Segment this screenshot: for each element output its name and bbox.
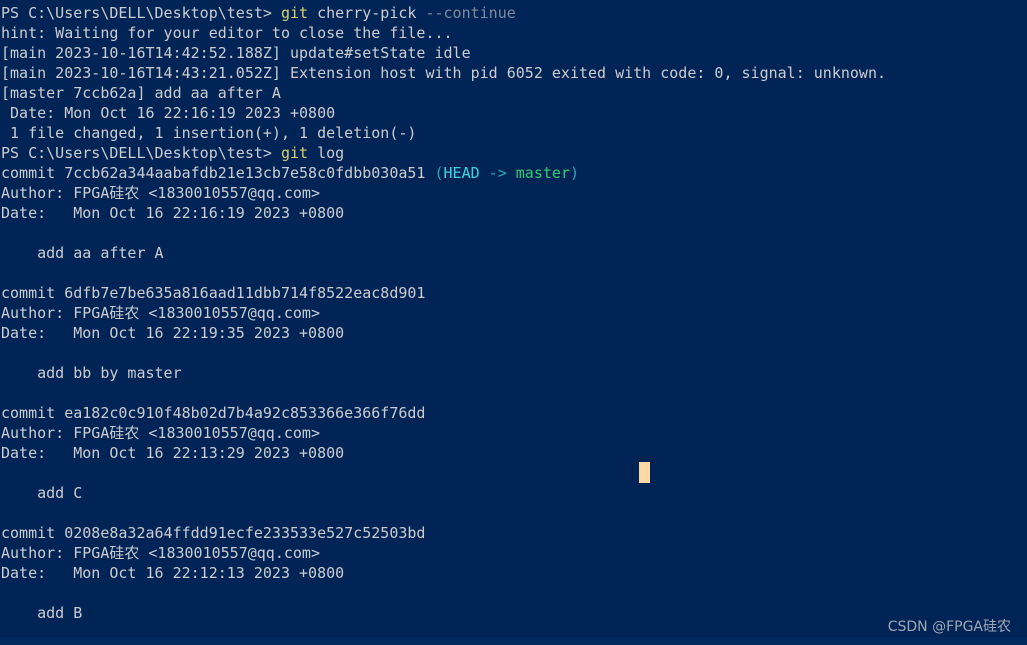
segment-plain: Date: Mon Oct 16 22:13:29 2023 +0800	[1, 444, 345, 462]
segment-yellow: git	[280, 4, 309, 22]
terminal-line-prompt-git-log: PS C:\Users\DELL\Desktop\test> git log	[0, 143, 1027, 163]
segment-plain: Author: FPGA硅农 <1830010557@qq.com>	[1, 544, 320, 562]
segment-plain: commit 6dfb7e7be635a816aad11dbb714f8522e…	[1, 284, 426, 302]
segment-yellow: git	[280, 144, 309, 162]
segment-plain: add aa after A	[1, 244, 164, 262]
segment-plain: Author: FPGA硅农 <1830010557@qq.com>	[1, 304, 320, 322]
segment-teal: (	[434, 164, 444, 182]
segment-plain: [master 7ccb62a] add aa after A	[1, 84, 281, 102]
terminal-line-commit-1-hash: commit 7ccb62a344aabafdb21e13cb7e58c0fdb…	[0, 163, 1027, 183]
terminal-line-commit-4-message: add B	[0, 603, 1027, 623]
terminal-line-commit-1-message: add aa after A	[0, 243, 1027, 263]
segment-cyan: HEAD	[443, 164, 480, 182]
terminal-line-commit-2-author: Author: FPGA硅农 <1830010557@qq.com>	[0, 303, 1027, 323]
segment-teal: ->	[479, 164, 516, 182]
terminal-line-spacer-7	[0, 583, 1027, 603]
terminal-window[interactable]: PS C:\Users\DELL\Desktop\test> git cherr…	[0, 0, 1027, 645]
terminal-line-spacer-2	[0, 263, 1027, 283]
terminal-line-spacer-4	[0, 383, 1027, 403]
segment-plain: commit 7ccb62a344aabafdb21e13cb7e58c0fdb…	[1, 164, 435, 182]
terminal-line-log-update-setstate: [main 2023-10-16T14:42:52.188Z] update#s…	[0, 43, 1027, 63]
terminal-line-commit-3-author: Author: FPGA硅农 <1830010557@qq.com>	[0, 423, 1027, 443]
terminal-line-commit-3-message: add C	[0, 483, 1027, 503]
terminal-line-commit-3-date: Date: Mon Oct 16 22:13:29 2023 +0800	[0, 443, 1027, 463]
terminal-line-commit-4-hash: commit 0208e8a32a64ffdd91ecfe233533e527c…	[0, 523, 1027, 543]
segment-plain: Date: Mon Oct 16 22:16:19 2023 +0800	[1, 204, 345, 222]
terminal-line-commit-result-header: [master 7ccb62a] add aa after A	[0, 83, 1027, 103]
segment-plain: log	[308, 144, 345, 162]
segment-plain: Author: FPGA硅农 <1830010557@qq.com>	[1, 184, 320, 202]
segment-plain: Date: Mon Oct 16 22:16:19 2023 +0800	[1, 104, 336, 122]
segment-dim: --continue	[425, 4, 516, 22]
segment-plain: [main 2023-10-16T14:42:52.188Z] update#s…	[1, 44, 471, 62]
terminal-line-spacer-5	[0, 463, 1027, 483]
terminal-line-hint-waiting-editor: hint: Waiting for your editor to close t…	[0, 23, 1027, 43]
segment-plain: commit ea182c0c910f48b02d7b4a92c853366e3…	[1, 404, 426, 422]
text-cursor	[639, 462, 650, 483]
segment-plain: Author: FPGA硅农 <1830010557@qq.com>	[1, 424, 320, 442]
segment-plain: PS C:\Users\DELL\Desktop\test>	[1, 4, 281, 22]
terminal-line-commit-4-author: Author: FPGA硅农 <1830010557@qq.com>	[0, 543, 1027, 563]
terminal-bottom-band	[0, 637, 1027, 645]
terminal-line-commit-2-date: Date: Mon Oct 16 22:19:35 2023 +0800	[0, 323, 1027, 343]
terminal-line-commit-1-date: Date: Mon Oct 16 22:16:19 2023 +0800	[0, 203, 1027, 223]
segment-plain: cherry-pick	[308, 4, 426, 22]
segment-plain: hint: Waiting for your editor to close t…	[1, 24, 453, 42]
terminal-line-commit-result-date: Date: Mon Oct 16 22:16:19 2023 +0800	[0, 103, 1027, 123]
terminal-line-commit-2-message: add bb by master	[0, 363, 1027, 383]
segment-plain: 1 file changed, 1 insertion(+), 1 deleti…	[1, 124, 417, 142]
terminal-line-spacer-6	[0, 503, 1027, 523]
segment-teal: )	[569, 164, 579, 182]
terminal-line-commit-3-hash: commit ea182c0c910f48b02d7b4a92c853366e3…	[0, 403, 1027, 423]
segment-green: master	[515, 164, 570, 182]
terminal-output: PS C:\Users\DELL\Desktop\test> git cherr…	[0, 3, 1027, 623]
segment-plain: add B	[1, 604, 83, 622]
segment-plain: [main 2023-10-16T14:43:21.052Z] Extensio…	[1, 64, 887, 82]
segment-plain: Date: Mon Oct 16 22:12:13 2023 +0800	[1, 564, 345, 582]
terminal-line-log-extension-host-exit: [main 2023-10-16T14:43:21.052Z] Extensio…	[0, 63, 1027, 83]
terminal-line-prompt-cherry-pick: PS C:\Users\DELL\Desktop\test> git cherr…	[0, 3, 1027, 23]
terminal-line-commit-2-hash: commit 6dfb7e7be635a816aad11dbb714f8522e…	[0, 283, 1027, 303]
segment-plain: PS C:\Users\DELL\Desktop\test>	[1, 144, 281, 162]
terminal-line-spacer-1	[0, 223, 1027, 243]
csdn-watermark: CSDN @FPGA硅农	[887, 619, 1011, 635]
terminal-line-commit-4-date: Date: Mon Oct 16 22:12:13 2023 +0800	[0, 563, 1027, 583]
segment-plain: Date: Mon Oct 16 22:19:35 2023 +0800	[1, 324, 345, 342]
segment-plain: commit 0208e8a32a64ffdd91ecfe233533e527c…	[1, 524, 426, 542]
segment-plain: add C	[1, 484, 83, 502]
terminal-line-commit-1-author: Author: FPGA硅农 <1830010557@qq.com>	[0, 183, 1027, 203]
terminal-line-commit-result-stat: 1 file changed, 1 insertion(+), 1 deleti…	[0, 123, 1027, 143]
terminal-line-spacer-3	[0, 343, 1027, 363]
segment-plain: add bb by master	[1, 364, 182, 382]
